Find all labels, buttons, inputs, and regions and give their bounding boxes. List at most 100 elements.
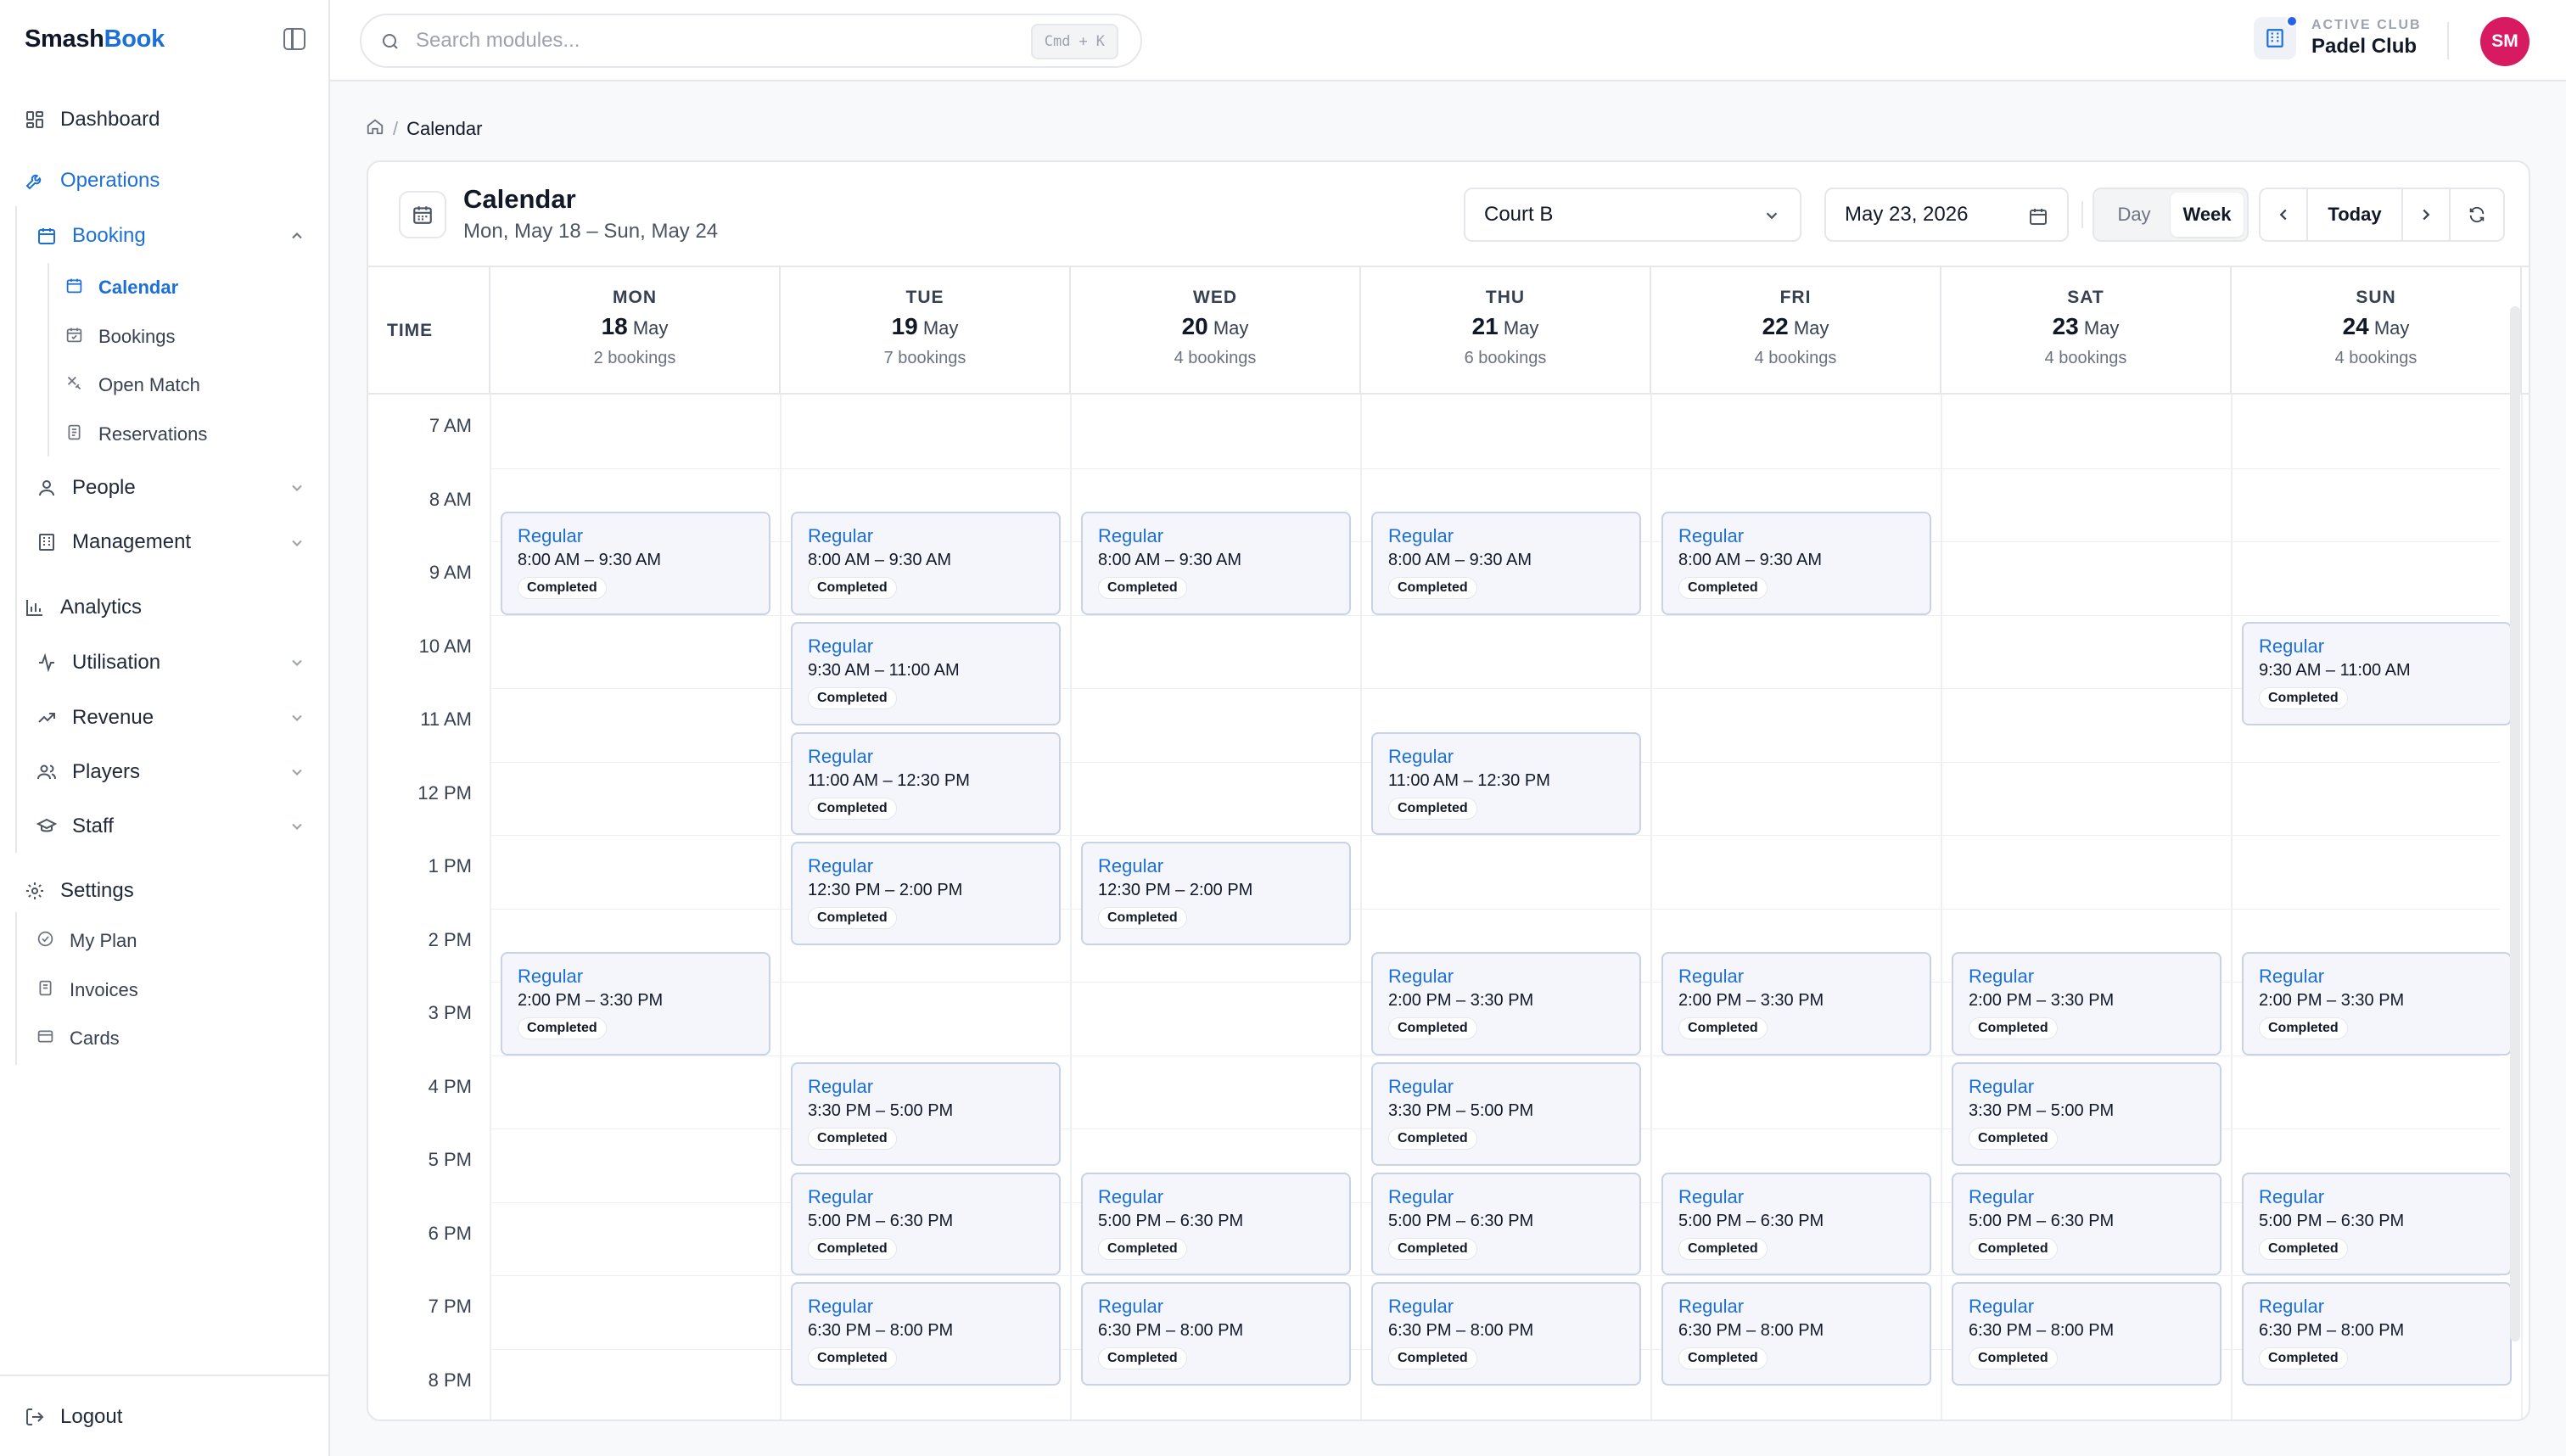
sidebar-item-calendar[interactable]: Calendar [65,272,178,303]
logout-button[interactable]: Logout [25,1400,122,1434]
booking-block[interactable]: Regular 3:30 PM – 5:00 PM Completed [791,1061,1061,1166]
previous-button[interactable] [2261,189,2308,240]
avatar[interactable]: SM [2480,17,2530,66]
booking-block[interactable]: Regular 5:00 PM – 6:30 PM Completed [791,1172,1061,1276]
booking-block[interactable]: Regular 9:30 AM – 11:00 AM Completed [791,621,1061,725]
sidebar-section-operations[interactable]: Operations [25,164,160,198]
booking-block[interactable]: Regular 9:30 AM – 11:00 AM Completed [2242,621,2512,725]
home-icon[interactable] [366,117,384,141]
booking-block[interactable]: Regular 2:00 PM – 3:30 PM Completed [1952,952,2221,1056]
booking-block[interactable]: Regular 3:30 PM – 5:00 PM Completed [1371,1061,1641,1166]
view-week-button[interactable]: Week [2171,193,2244,237]
hour-gridline [490,1275,2500,1276]
sidebar-item-bookings[interactable]: Bookings [65,322,176,352]
sidebar-item-utilisation[interactable]: Utilisation [36,646,160,680]
sidebar-collapse-icon[interactable] [283,28,305,50]
building-icon [2254,15,2298,59]
status-badge: Completed [1678,1237,1768,1260]
scrollbar[interactable] [2510,306,2520,1341]
booking-block[interactable]: Regular 2:00 PM – 3:30 PM Completed [1371,952,1641,1056]
day-header-fri[interactable]: FRI 22 May 4 bookings [1651,267,1941,395]
booking-block[interactable]: Regular 2:00 PM – 3:30 PM Completed [2242,952,2512,1056]
sidebar-item-reservations[interactable]: Reservations [65,419,207,450]
sidebar-item-invoices[interactable]: Invoices [36,975,138,1005]
booking-block[interactable]: Regular 6:30 PM – 8:00 PM Completed [2242,1282,2512,1386]
booking-block[interactable]: Regular 8:00 AM – 9:30 AM Completed [1661,512,1931,615]
booking-block[interactable]: Regular 12:30 PM – 2:00 PM Completed [791,842,1061,945]
day-header-tue[interactable]: TUE 19 May 7 bookings [781,267,1071,395]
search-input[interactable]: Search modules... Cmd + K [360,14,1142,68]
booking-block[interactable]: Regular 2:00 PM – 3:30 PM Completed [1661,952,1931,1056]
booking-block[interactable]: Regular 8:00 AM – 9:30 AM Completed [501,512,770,615]
shortcut-plus: + [1079,33,1088,50]
day-header-wed[interactable]: WED 20 May 4 bookings [1071,267,1361,395]
booking-block[interactable]: Regular 11:00 AM – 12:30 PM Completed [791,731,1061,836]
clipboard-icon [65,423,83,446]
refresh-button[interactable] [2451,189,2503,240]
sidebar-item-management[interactable]: Management [36,525,191,559]
chevron-up-icon[interactable] [287,226,307,246]
day-header-thu[interactable]: THU 21 May 6 bookings [1361,267,1651,395]
booking-title: Regular [808,525,874,546]
booking-block[interactable]: Regular 5:00 PM – 6:30 PM Completed [2242,1172,2512,1276]
sidebar-item-dashboard[interactable]: Dashboard [25,103,160,137]
sidebar-item-revenue[interactable]: Revenue [36,701,154,735]
day-header-sat[interactable]: SAT 23 May 4 bookings [1941,267,2232,395]
booking-block[interactable]: Regular 6:30 PM – 8:00 PM Completed [1661,1282,1931,1386]
booking-block[interactable]: Regular 8:00 AM – 9:30 AM Completed [1371,512,1641,615]
booking-block[interactable]: Regular 5:00 PM – 6:30 PM Completed [1661,1172,1931,1276]
booking-block[interactable]: Regular 6:30 PM – 8:00 PM Completed [791,1282,1061,1386]
day-header-mon[interactable]: MON 18 May 2 bookings [490,267,781,395]
hour-label: 12 PM [417,781,472,804]
booking-time: 12:30 PM – 2:00 PM [1098,881,1253,900]
credit-card-icon [36,1028,54,1050]
sidebar-item-label: Open Match [98,374,200,395]
sidebar-section-settings[interactable]: Settings [25,874,134,908]
booking-time: 9:30 AM – 11:00 AM [808,660,960,680]
sidebar-item-my-plan[interactable]: My Plan [36,926,137,956]
sidebar-item-staff[interactable]: Staff [36,809,114,843]
chevron-down-icon[interactable] [287,762,307,782]
hour-label: 6 PM [428,1222,472,1244]
brand-logo[interactable]: SmashBook [25,25,165,53]
booking-block[interactable]: Regular 11:00 AM – 12:30 PM Completed [1371,731,1641,836]
booking-block[interactable]: Regular 8:00 AM – 9:30 AM Completed [1081,512,1351,615]
view-day-button[interactable]: Day [2098,193,2171,237]
chevron-down-icon[interactable] [287,708,307,728]
next-button[interactable] [2403,189,2451,240]
chevron-down-icon[interactable] [287,533,307,553]
court-select[interactable]: Court B [1464,188,1801,242]
booking-block[interactable]: Regular 6:30 PM – 8:00 PM Completed [1081,1282,1351,1386]
booking-block[interactable]: Regular 5:00 PM – 6:30 PM Completed [1952,1172,2221,1276]
sidebar-item-cards[interactable]: Cards [36,1023,120,1054]
day-header-sun[interactable]: SUN 24 May 4 bookings [2232,267,2522,395]
booking-title: Regular [1678,525,1745,546]
hour-label: 7 PM [428,1296,472,1317]
date-picker[interactable]: May 23, 2026 [1824,188,2069,242]
chevron-down-icon[interactable] [287,652,307,673]
sidebar-item-label: Cards [70,1028,120,1049]
booking-block[interactable]: Regular 2:00 PM – 3:30 PM Completed [501,952,770,1056]
booking-block[interactable]: Regular 3:30 PM – 5:00 PM Completed [1952,1061,2221,1166]
booking-block[interactable]: Regular 6:30 PM – 8:00 PM Completed [1952,1282,2221,1386]
booking-block[interactable]: Regular 12:30 PM – 2:00 PM Completed [1081,842,1351,945]
booking-block[interactable]: Regular 5:00 PM – 6:30 PM Completed [1371,1172,1641,1276]
active-club-switcher[interactable]: ACTIVE CLUB Padel Club [2254,15,2422,59]
chevron-left-icon [2279,209,2287,221]
sidebar-item-people[interactable]: People [36,471,136,505]
sidebar-item-booking[interactable]: Booking [36,219,146,253]
booking-block[interactable]: Regular 8:00 AM – 9:30 AM Completed [791,512,1061,615]
today-button[interactable]: Today [2308,189,2403,240]
status-badge: Completed [518,577,607,599]
submenu-line [48,263,49,456]
booking-block[interactable]: Regular 5:00 PM – 6:30 PM Completed [1081,1172,1351,1276]
sidebar-section-analytics[interactable]: Analytics [25,591,142,624]
sidebar-item-label: People [72,476,136,499]
chevron-down-icon[interactable] [287,816,307,837]
chevron-down-icon[interactable] [287,478,307,498]
sidebar-item-open-match[interactable]: Open Match [65,370,200,400]
sidebar-item-players[interactable]: Players [36,755,140,789]
booking-block[interactable]: Regular 6:30 PM – 8:00 PM Completed [1371,1282,1641,1386]
day-booking-count: 4 bookings [2044,349,2127,367]
status-badge: Completed [808,797,897,820]
